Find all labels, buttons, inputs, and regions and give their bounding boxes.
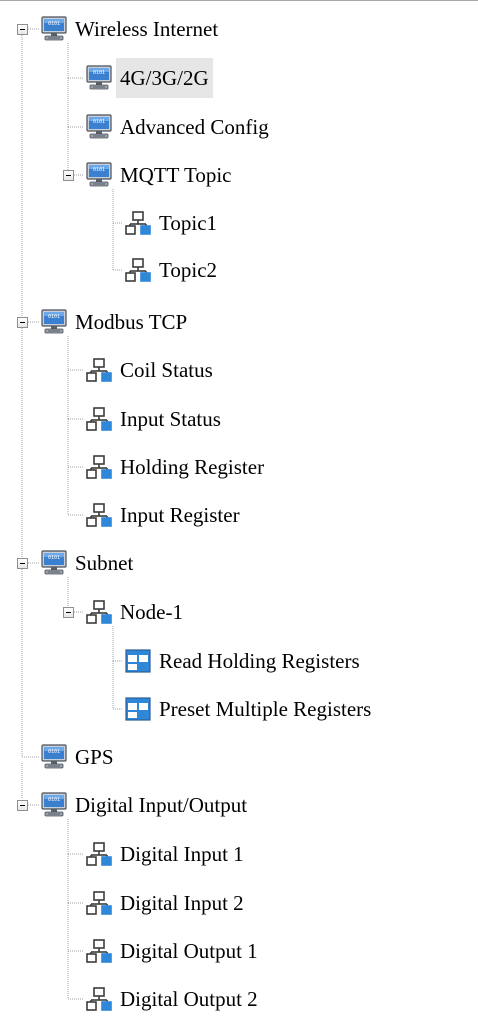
network-icon [85, 453, 113, 481]
tree-item-input-register[interactable]: Input Register [85, 495, 244, 535]
tree-item-4g3g2g[interactable]: 4G/3G/2G [85, 58, 213, 98]
computer-icon [40, 549, 68, 577]
network-icon [124, 209, 152, 237]
collapse-toggle-modbus-tcp[interactable] [17, 317, 28, 328]
tree-item-digital-io[interactable]: Digital Input/Output [40, 785, 251, 825]
tree-item-input-status[interactable]: Input Status [85, 399, 225, 439]
tree-item-label: Digital Input/Output [75, 793, 248, 817]
tree-item-coil-status[interactable]: Coil Status [85, 350, 217, 390]
network-icon [85, 598, 113, 626]
network-icon [85, 889, 113, 917]
tree-item-modbus-tcp[interactable]: Modbus TCP [40, 302, 191, 342]
tree-item-holding-register[interactable]: Holding Register [85, 447, 268, 487]
tree-item-label: Topic1 [159, 211, 218, 235]
tree-item-label: Modbus TCP [75, 310, 188, 334]
computer-icon [40, 743, 68, 771]
tree-item-label: Read Holding Registers [159, 649, 360, 673]
network-icon [85, 937, 113, 965]
network-icon [124, 256, 152, 284]
tree-item-label: Input Register [120, 503, 240, 527]
tree-item-label: MQTT Topic [120, 163, 232, 187]
computer-icon [40, 308, 68, 336]
tree-item-read-holding-registers[interactable]: Read Holding Registers [124, 641, 364, 681]
network-icon [85, 501, 113, 529]
tree-item-label: Wireless Internet [75, 17, 219, 41]
tree-item-label: GPS [75, 745, 114, 769]
table-icon [124, 695, 152, 723]
tree-item-subnet[interactable]: Subnet [40, 543, 137, 583]
tree-item-topic2[interactable]: Topic2 [124, 250, 221, 290]
tree-item-digital-output-2[interactable]: Digital Output 2 [85, 979, 262, 1019]
computer-icon [40, 791, 68, 819]
computer-icon [85, 64, 113, 92]
tree-item-label: Digital Input 2 [120, 891, 244, 915]
collapse-toggle-subnet[interactable] [17, 558, 28, 569]
tree-item-label: Preset Multiple Registers [159, 697, 372, 721]
tree-item-advanced-config[interactable]: Advanced Config [85, 107, 273, 147]
table-icon [124, 647, 152, 675]
network-icon [85, 840, 113, 868]
network-icon [85, 985, 113, 1013]
tree-item-label: Digital Output 2 [120, 987, 258, 1011]
tree-item-label: Digital Output 1 [120, 939, 258, 963]
collapse-toggle-digital-io[interactable] [17, 800, 28, 811]
tree-item-gps[interactable]: GPS [40, 737, 118, 777]
device-config-tree: Wireless Internet 4G/3G/2G Advanced Config… [0, 0, 478, 1029]
top-border [0, 0, 478, 1]
tree-item-label: Coil Status [120, 358, 213, 382]
computer-icon [40, 15, 68, 43]
tree-item-digital-output-1[interactable]: Digital Output 1 [85, 931, 262, 971]
tree-item-preset-multiple-registers[interactable]: Preset Multiple Registers [124, 689, 375, 729]
computer-icon [85, 161, 113, 189]
tree-item-label: Holding Register [120, 455, 265, 479]
collapse-toggle-wireless-internet[interactable] [17, 24, 28, 35]
tree-item-wireless-internet[interactable]: Wireless Internet [40, 9, 222, 49]
tree-item-digital-input-2[interactable]: Digital Input 2 [85, 883, 248, 923]
tree-item-label: Topic2 [159, 258, 218, 282]
tree-item-label: Node-1 [120, 600, 183, 624]
collapse-toggle-mqtt-topic[interactable] [63, 170, 74, 181]
network-icon [85, 405, 113, 433]
tree-item-label: Subnet [75, 551, 134, 575]
collapse-toggle-node-1[interactable] [63, 607, 74, 618]
tree-item-label: Advanced Config [120, 115, 269, 139]
tree-item-label: 4G/3G/2G [116, 58, 213, 98]
network-icon [85, 356, 113, 384]
tree-item-topic1[interactable]: Topic1 [124, 203, 221, 243]
tree-item-digital-input-1[interactable]: Digital Input 1 [85, 834, 248, 874]
tree-item-label: Digital Input 1 [120, 842, 244, 866]
computer-icon [85, 113, 113, 141]
tree-item-node-1[interactable]: Node-1 [85, 592, 187, 632]
tree-item-label: Input Status [120, 407, 221, 431]
tree-item-mqtt-topic[interactable]: MQTT Topic [85, 155, 236, 195]
